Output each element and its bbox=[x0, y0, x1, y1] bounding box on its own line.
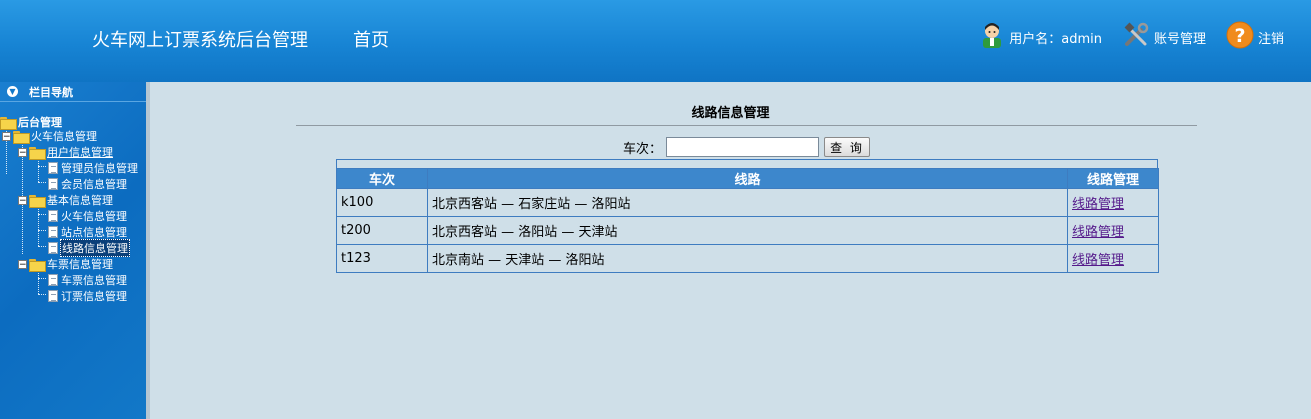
tree-station-mgmt[interactable]: 站点信息管理 bbox=[48, 224, 128, 240]
route-cell: 北京西客站 — 石家庄站 — 洛阳站 bbox=[427, 188, 1068, 217]
train-number-input[interactable] bbox=[666, 137, 820, 157]
route-manage-link[interactable]: 线路管理 bbox=[1072, 225, 1124, 240]
tree-user-info-label: 用户信息管理 bbox=[47, 146, 113, 159]
account-management-label: 账号管理 bbox=[1153, 31, 1206, 47]
route-manage-link[interactable]: 线路管理 bbox=[1072, 253, 1124, 268]
sidebar-heading[interactable]: ▼ 栏目导航 bbox=[0, 82, 146, 102]
folder-icon bbox=[29, 194, 46, 208]
document-icon bbox=[48, 290, 58, 302]
tree-member-info[interactable]: 会员信息管理 bbox=[48, 176, 128, 192]
document-icon bbox=[48, 226, 58, 238]
logout-label: 注销 bbox=[1257, 31, 1284, 47]
sidebar-heading-label: 栏目导航 bbox=[29, 85, 73, 99]
route-table: 车次 线路 线路管理 k100 北京西客站 — 石家庄站 — 洛阳站 线路管理 … bbox=[336, 168, 1159, 273]
document-icon bbox=[48, 242, 58, 254]
tree-member-info-label: 会员信息管理 bbox=[61, 178, 127, 191]
tools-icon bbox=[1122, 21, 1154, 53]
account-management-link[interactable]: 账号管理 bbox=[1122, 21, 1206, 53]
tree-ticket-info[interactable]: − 车票信息管理 bbox=[18, 256, 114, 272]
action-cell: 线路管理 bbox=[1067, 188, 1159, 217]
document-icon bbox=[48, 178, 58, 190]
tree-station-mgmt-label: 站点信息管理 bbox=[61, 226, 127, 239]
search-button[interactable]: 查 询 bbox=[824, 137, 871, 157]
tree-order-mgmt-label: 订票信息管理 bbox=[61, 290, 127, 303]
train-number-cell: k100 bbox=[336, 188, 428, 217]
tree-ticket-mgmt[interactable]: 车票信息管理 bbox=[48, 272, 128, 288]
svg-text:?: ? bbox=[1234, 25, 1245, 47]
folder-icon bbox=[0, 116, 17, 130]
folder-icon bbox=[29, 146, 46, 160]
collapse-circle-icon: ▼ bbox=[7, 86, 18, 97]
top-header: 火车网上订票系统后台管理 首页 用户名：admin 账号管理 ? 注销 bbox=[0, 0, 1311, 82]
route-cell: 北京南站 — 天津站 — 洛阳站 bbox=[427, 244, 1068, 273]
tree-ticket-info-label: 车票信息管理 bbox=[47, 258, 113, 271]
page-title: 线路信息管理 bbox=[691, 106, 770, 121]
tree-train-mgmt[interactable]: 火车信息管理 bbox=[48, 208, 128, 224]
route-manage-link[interactable]: 线路管理 bbox=[1072, 197, 1124, 212]
column-header-action: 线路管理 bbox=[1067, 168, 1159, 189]
route-cell: 北京西客站 — 洛阳站 — 天津站 bbox=[427, 216, 1068, 245]
document-icon bbox=[48, 274, 58, 286]
table-row: t123 北京南站 — 天津站 — 洛阳站 线路管理 bbox=[336, 244, 1159, 273]
table-row: t200 北京西客站 — 洛阳站 — 天津站 线路管理 bbox=[336, 216, 1159, 245]
train-number-cell: t200 bbox=[336, 216, 428, 245]
help-question-icon: ? bbox=[1226, 21, 1258, 53]
route-table-wrapper: 车次 线路 线路管理 k100 北京西客站 — 石家庄站 — 洛阳站 线路管理 … bbox=[336, 159, 1159, 273]
table-caption-bar bbox=[336, 159, 1158, 168]
collapse-toggle-icon[interactable]: − bbox=[18, 259, 27, 269]
title-divider bbox=[296, 125, 1197, 126]
username-label: 用户名：admin bbox=[1009, 31, 1102, 47]
search-bar: 车次： 查 询 bbox=[623, 137, 871, 157]
tree-basic-info[interactable]: − 基本信息管理 bbox=[18, 192, 114, 208]
tree-basic-info-label: 基本信息管理 bbox=[47, 194, 113, 207]
tree-route-mgmt[interactable]: 线路信息管理 bbox=[48, 239, 130, 257]
user-info: 用户名：admin bbox=[979, 21, 1102, 53]
user-avatar-icon bbox=[979, 21, 1009, 53]
tree-route-mgmt-label: 线路信息管理 bbox=[60, 239, 130, 257]
tree-admin-info-label: 管理员信息管理 bbox=[61, 162, 138, 175]
column-header-train: 车次 bbox=[336, 168, 428, 189]
action-cell: 线路管理 bbox=[1067, 216, 1159, 245]
tree-ticket-mgmt-label: 车票信息管理 bbox=[61, 274, 127, 287]
tree-train-mgmt-label: 火车信息管理 bbox=[61, 210, 127, 223]
folder-icon bbox=[29, 258, 46, 272]
collapse-toggle-icon[interactable]: − bbox=[18, 147, 27, 157]
train-number-cell: t123 bbox=[336, 244, 428, 273]
tree-user-info[interactable]: − 用户信息管理 bbox=[18, 144, 114, 160]
search-label: 车次： bbox=[623, 141, 663, 157]
tree-order-mgmt[interactable]: 订票信息管理 bbox=[48, 288, 128, 304]
main-content: 线路信息管理 车次： 查 询 车次 线路 线路管理 k100 北京西客站 — 石… bbox=[150, 82, 1311, 419]
home-link[interactable]: 首页 bbox=[353, 26, 389, 52]
logout-link[interactable]: ? 注销 bbox=[1226, 21, 1284, 53]
app-title: 火车网上订票系统后台管理 bbox=[92, 30, 308, 51]
header-user-area: 用户名：admin 账号管理 ? 注销 bbox=[979, 21, 1284, 53]
table-header-row: 车次 线路 线路管理 bbox=[336, 168, 1159, 189]
document-icon bbox=[48, 210, 58, 222]
column-header-route: 线路 bbox=[427, 168, 1068, 189]
tree-train-info[interactable]: − 火车信息管理 bbox=[2, 128, 98, 144]
sidebar-nav: ▼ 栏目导航 后台管理 − 火车信息管理 − 用户信息管理 管理员信息管理 会员… bbox=[0, 82, 146, 419]
table-row: k100 北京西客站 — 石家庄站 — 洛阳站 线路管理 bbox=[336, 188, 1159, 217]
folder-icon bbox=[13, 130, 30, 144]
action-cell: 线路管理 bbox=[1067, 244, 1159, 273]
tree-admin-info[interactable]: 管理员信息管理 bbox=[48, 160, 139, 176]
collapse-toggle-icon[interactable]: − bbox=[18, 195, 27, 205]
tree-train-info-label: 火车信息管理 bbox=[31, 130, 97, 143]
collapse-toggle-icon[interactable]: − bbox=[2, 131, 11, 141]
document-icon bbox=[48, 162, 58, 174]
